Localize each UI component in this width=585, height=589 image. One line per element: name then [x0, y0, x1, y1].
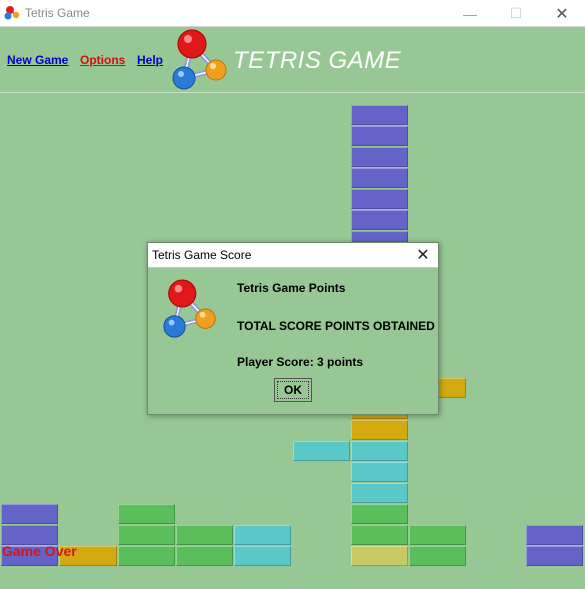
board-cell: [350, 483, 409, 503]
board-cell: [350, 126, 409, 146]
board-cell: [1, 525, 59, 545]
board-cell: [175, 525, 234, 545]
dialog-player-score: Player Score: 3 points: [237, 355, 364, 369]
board-cell: [350, 525, 409, 545]
score-dialog: Tetris Game Score ✕ Tetris Game Points T…: [147, 242, 439, 415]
ok-button-label: OK: [277, 381, 309, 399]
board-cell: [350, 168, 409, 188]
board-cell: [234, 546, 292, 566]
menu-help[interactable]: Help: [137, 53, 163, 67]
window-title: Tetris Game: [25, 6, 90, 20]
board-cell: [409, 525, 467, 545]
board-cell: [175, 546, 234, 566]
app-heading: TETRIS GAME: [233, 47, 402, 74]
board-cell: [350, 189, 409, 209]
molecule-logo-icon: [163, 279, 216, 338]
close-icon: ✕: [416, 247, 430, 264]
ok-button[interactable]: OK: [274, 378, 312, 402]
board-cell: [409, 546, 467, 566]
minimize-icon: —: [463, 5, 477, 22]
menu-bar: New Game Options Help TETRIS GAME: [0, 27, 585, 93]
board-cell: [350, 420, 409, 440]
title-bar[interactable]: Tetris Game — ☐ ✕: [0, 0, 585, 27]
molecule-logo-icon: [172, 29, 227, 90]
board-cell: [117, 504, 175, 524]
board-cell: [525, 546, 583, 566]
molecule-app-icon: [4, 6, 20, 20]
dialog-close-button[interactable]: ✕: [408, 243, 438, 267]
board-cell: [292, 441, 350, 461]
menu-options[interactable]: Options: [80, 53, 125, 67]
dialog-title: Tetris Game Score: [152, 248, 252, 262]
board-cell: [117, 525, 175, 545]
board-cell: [1, 504, 59, 524]
maximize-button[interactable]: ☐: [493, 0, 539, 27]
maximize-icon: ☐: [509, 5, 523, 21]
board-cell: [234, 525, 292, 545]
board-cell: [350, 147, 409, 167]
dialog-title-bar[interactable]: Tetris Game Score ✕: [148, 243, 438, 268]
board-cell: [350, 546, 409, 566]
board-cell: [350, 210, 409, 230]
board-cell: [350, 105, 409, 125]
close-button[interactable]: ✕: [539, 0, 585, 27]
board-cell: [350, 462, 409, 482]
close-icon: ✕: [555, 5, 569, 23]
board-cell: [350, 504, 409, 524]
board-cell: [117, 546, 175, 566]
game-over-status: Game Over: [2, 543, 77, 559]
dialog-total-label: TOTAL SCORE POINTS OBTAINED: [237, 319, 435, 333]
minimize-button[interactable]: —: [447, 0, 493, 27]
menu-new-game[interactable]: New Game: [7, 53, 68, 67]
dialog-heading: Tetris Game Points: [237, 281, 346, 295]
board-cell: [525, 525, 583, 545]
board-cell: [350, 441, 409, 461]
